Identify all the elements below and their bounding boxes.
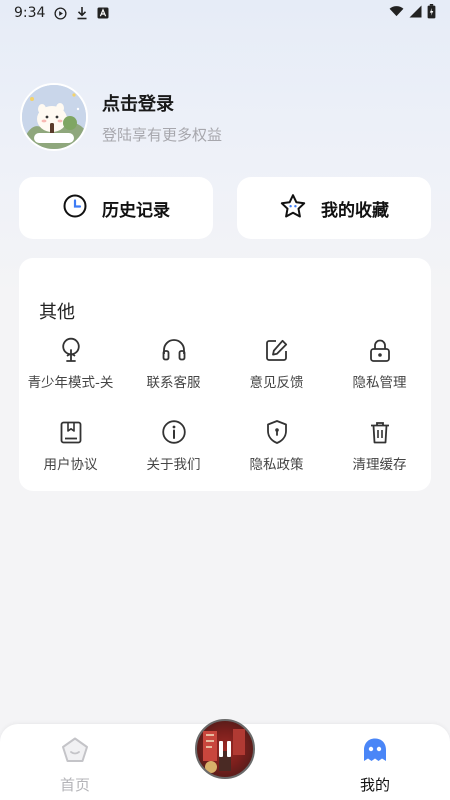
clear-cache-item[interactable]: 清理缓存 — [328, 419, 431, 501]
privacy-management-label: 隐私管理 — [352, 375, 407, 391]
trash-icon — [369, 419, 391, 445]
history-label: 历史记录 — [102, 200, 170, 221]
shield-icon — [265, 419, 289, 445]
other-title: 其他 — [39, 302, 75, 323]
music-player-disc[interactable] — [195, 719, 255, 779]
bookmark-book-icon — [59, 419, 83, 445]
nav-home-tab[interactable]: 首页 — [30, 736, 120, 795]
feedback-item[interactable]: 意见反馈 — [225, 337, 328, 419]
download-icon — [76, 6, 88, 20]
lock-icon — [369, 337, 391, 363]
clock-icon — [62, 193, 88, 223]
other-section: 其他 青少年模式-关 联系客服 意见反馈 隐私管理 用户协议 关于我们 隐私政策… — [19, 258, 431, 491]
user-agreement-label: 用户协议 — [43, 457, 98, 473]
privacy-policy-label: 隐私政策 — [249, 457, 304, 473]
user-agreement-item[interactable]: 用户协议 — [19, 419, 122, 501]
star-icon — [279, 193, 307, 224]
history-button[interactable]: 历史记录 — [19, 177, 213, 239]
nav-home-label: 首页 — [59, 776, 90, 794]
privacy-management-item[interactable]: 隐私管理 — [328, 337, 431, 419]
other-grid: 青少年模式-关 联系客服 意见反馈 隐私管理 用户协议 关于我们 隐私政策 清理… — [19, 337, 431, 501]
privacy-policy-item[interactable]: 隐私政策 — [225, 419, 328, 501]
login-title[interactable]: 点击登录 — [102, 90, 222, 116]
seedling-icon — [59, 337, 83, 363]
avatar[interactable] — [20, 83, 88, 151]
signal-icon — [409, 5, 422, 22]
a-square-icon — [97, 7, 109, 19]
login-subtitle: 登陆享有更多权益 — [102, 125, 223, 144]
info-icon — [161, 419, 187, 445]
battery-icon — [427, 3, 436, 23]
headphones-icon — [161, 337, 187, 363]
nav-mine-tab[interactable]: 我的 — [330, 736, 420, 795]
feedback-label: 意见反馈 — [249, 375, 304, 391]
mine-icon — [360, 736, 390, 768]
status-time: 9:34 — [14, 5, 46, 21]
wifi-icon — [389, 5, 404, 21]
favorites-label: 我的收藏 — [321, 200, 389, 221]
clear-cache-label: 清理缓存 — [352, 457, 407, 473]
teen-mode-item[interactable]: 青少年模式-关 — [19, 337, 122, 419]
pause-icon[interactable] — [219, 741, 231, 757]
profile-header[interactable]: 点击登录 登陆享有更多权益 — [20, 82, 430, 152]
nav-mine-label: 我的 — [359, 776, 390, 794]
about-us-item[interactable]: 关于我们 — [122, 419, 225, 501]
teen-mode-label: 青少年模式-关 — [27, 375, 114, 391]
status-bar: 9:34 — [0, 0, 450, 26]
customer-service-item[interactable]: 联系客服 — [122, 337, 225, 419]
favorites-button[interactable]: 我的收藏 — [237, 177, 431, 239]
about-us-label: 关于我们 — [146, 457, 201, 473]
edit-icon — [264, 337, 289, 363]
customer-service-label: 联系客服 — [146, 375, 201, 391]
home-icon — [60, 736, 90, 768]
play-circle-icon — [54, 6, 67, 20]
